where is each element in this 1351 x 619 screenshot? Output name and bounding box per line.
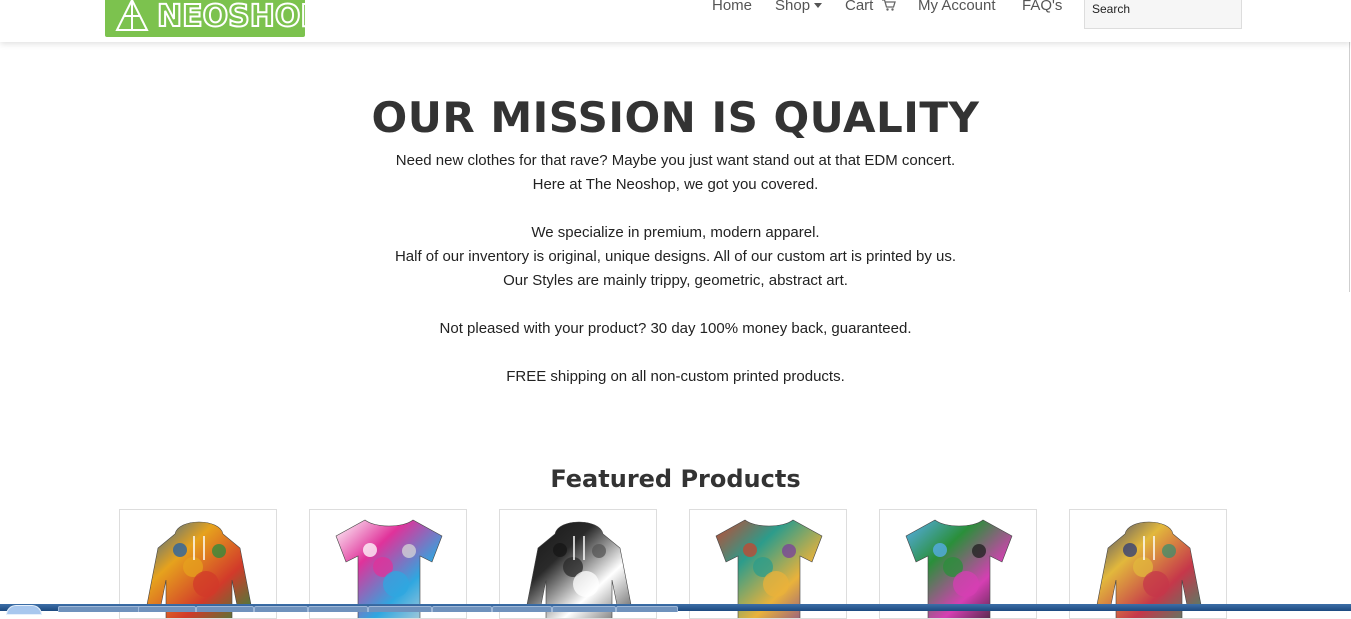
nav-my-account[interactable]: My Account [918,0,996,14]
start-button[interactable] [6,605,42,615]
os-taskbar [0,604,1351,615]
product-card[interactable] [309,509,467,619]
taskbar-button[interactable] [58,606,146,612]
chevron-down-icon [814,3,823,8]
taskbar-button[interactable] [552,606,616,612]
shopping-cart-icon [881,0,896,15]
logo-text: NEOSHOP [157,0,305,34]
nav-shop-label: Shop [775,0,811,14]
taskbar-button[interactable] [492,606,552,612]
taskbar-button[interactable] [308,606,368,612]
mission-line: Not pleased with your product? 30 day 10… [439,320,912,337]
search-input[interactable]: Search [1084,0,1242,29]
mission-line: Half of our inventory is original, uniqu… [394,248,957,265]
mission-line: FREE shipping on all non-custom printed … [506,368,845,385]
product-card[interactable] [119,509,277,619]
taskbar-button[interactable] [196,606,254,612]
taskbar-button[interactable] [616,606,678,612]
nav-cart[interactable]: Cart [845,0,896,15]
tshirt-image [335,519,443,618]
product-card[interactable] [879,509,1037,619]
nav-faqs[interactable]: FAQ's [1022,0,1062,14]
hoodie-image [525,521,633,618]
mission-line: We specialize in premium, modern apparel… [531,224,820,241]
tshirt-image [905,519,1013,618]
product-card[interactable] [1069,509,1227,619]
nav-cart-label: Cart [845,0,874,14]
mission-title: OUR MISSION IS QUALITY [371,93,980,142]
hoodie-image [1095,521,1203,618]
featured-products-title: Featured Products [550,465,801,493]
site-header: NEOSHOP Home Shop Cart My Account FAQ's … [0,0,1351,42]
search-placeholder: Search [1092,2,1131,16]
product-card[interactable] [689,509,847,619]
neoshop-logo[interactable]: NEOSHOP [105,0,305,37]
tshirt-image [715,519,823,618]
hoodie-image [145,521,253,618]
mission-line: Need new clothes for that rave? Maybe yo… [395,152,956,169]
taskbar-button[interactable] [368,606,432,612]
product-card[interactable] [499,509,657,619]
mission-line: Here at The Neoshop, we got you covered. [532,176,819,193]
taskbar-button[interactable] [432,606,492,612]
taskbar-button[interactable] [138,606,196,612]
nav-home[interactable]: Home [712,0,752,14]
taskbar-button[interactable] [254,606,308,612]
mission-line: Our Styles are mainly trippy, geometric,… [503,272,848,289]
nav-shop[interactable]: Shop [775,0,823,14]
